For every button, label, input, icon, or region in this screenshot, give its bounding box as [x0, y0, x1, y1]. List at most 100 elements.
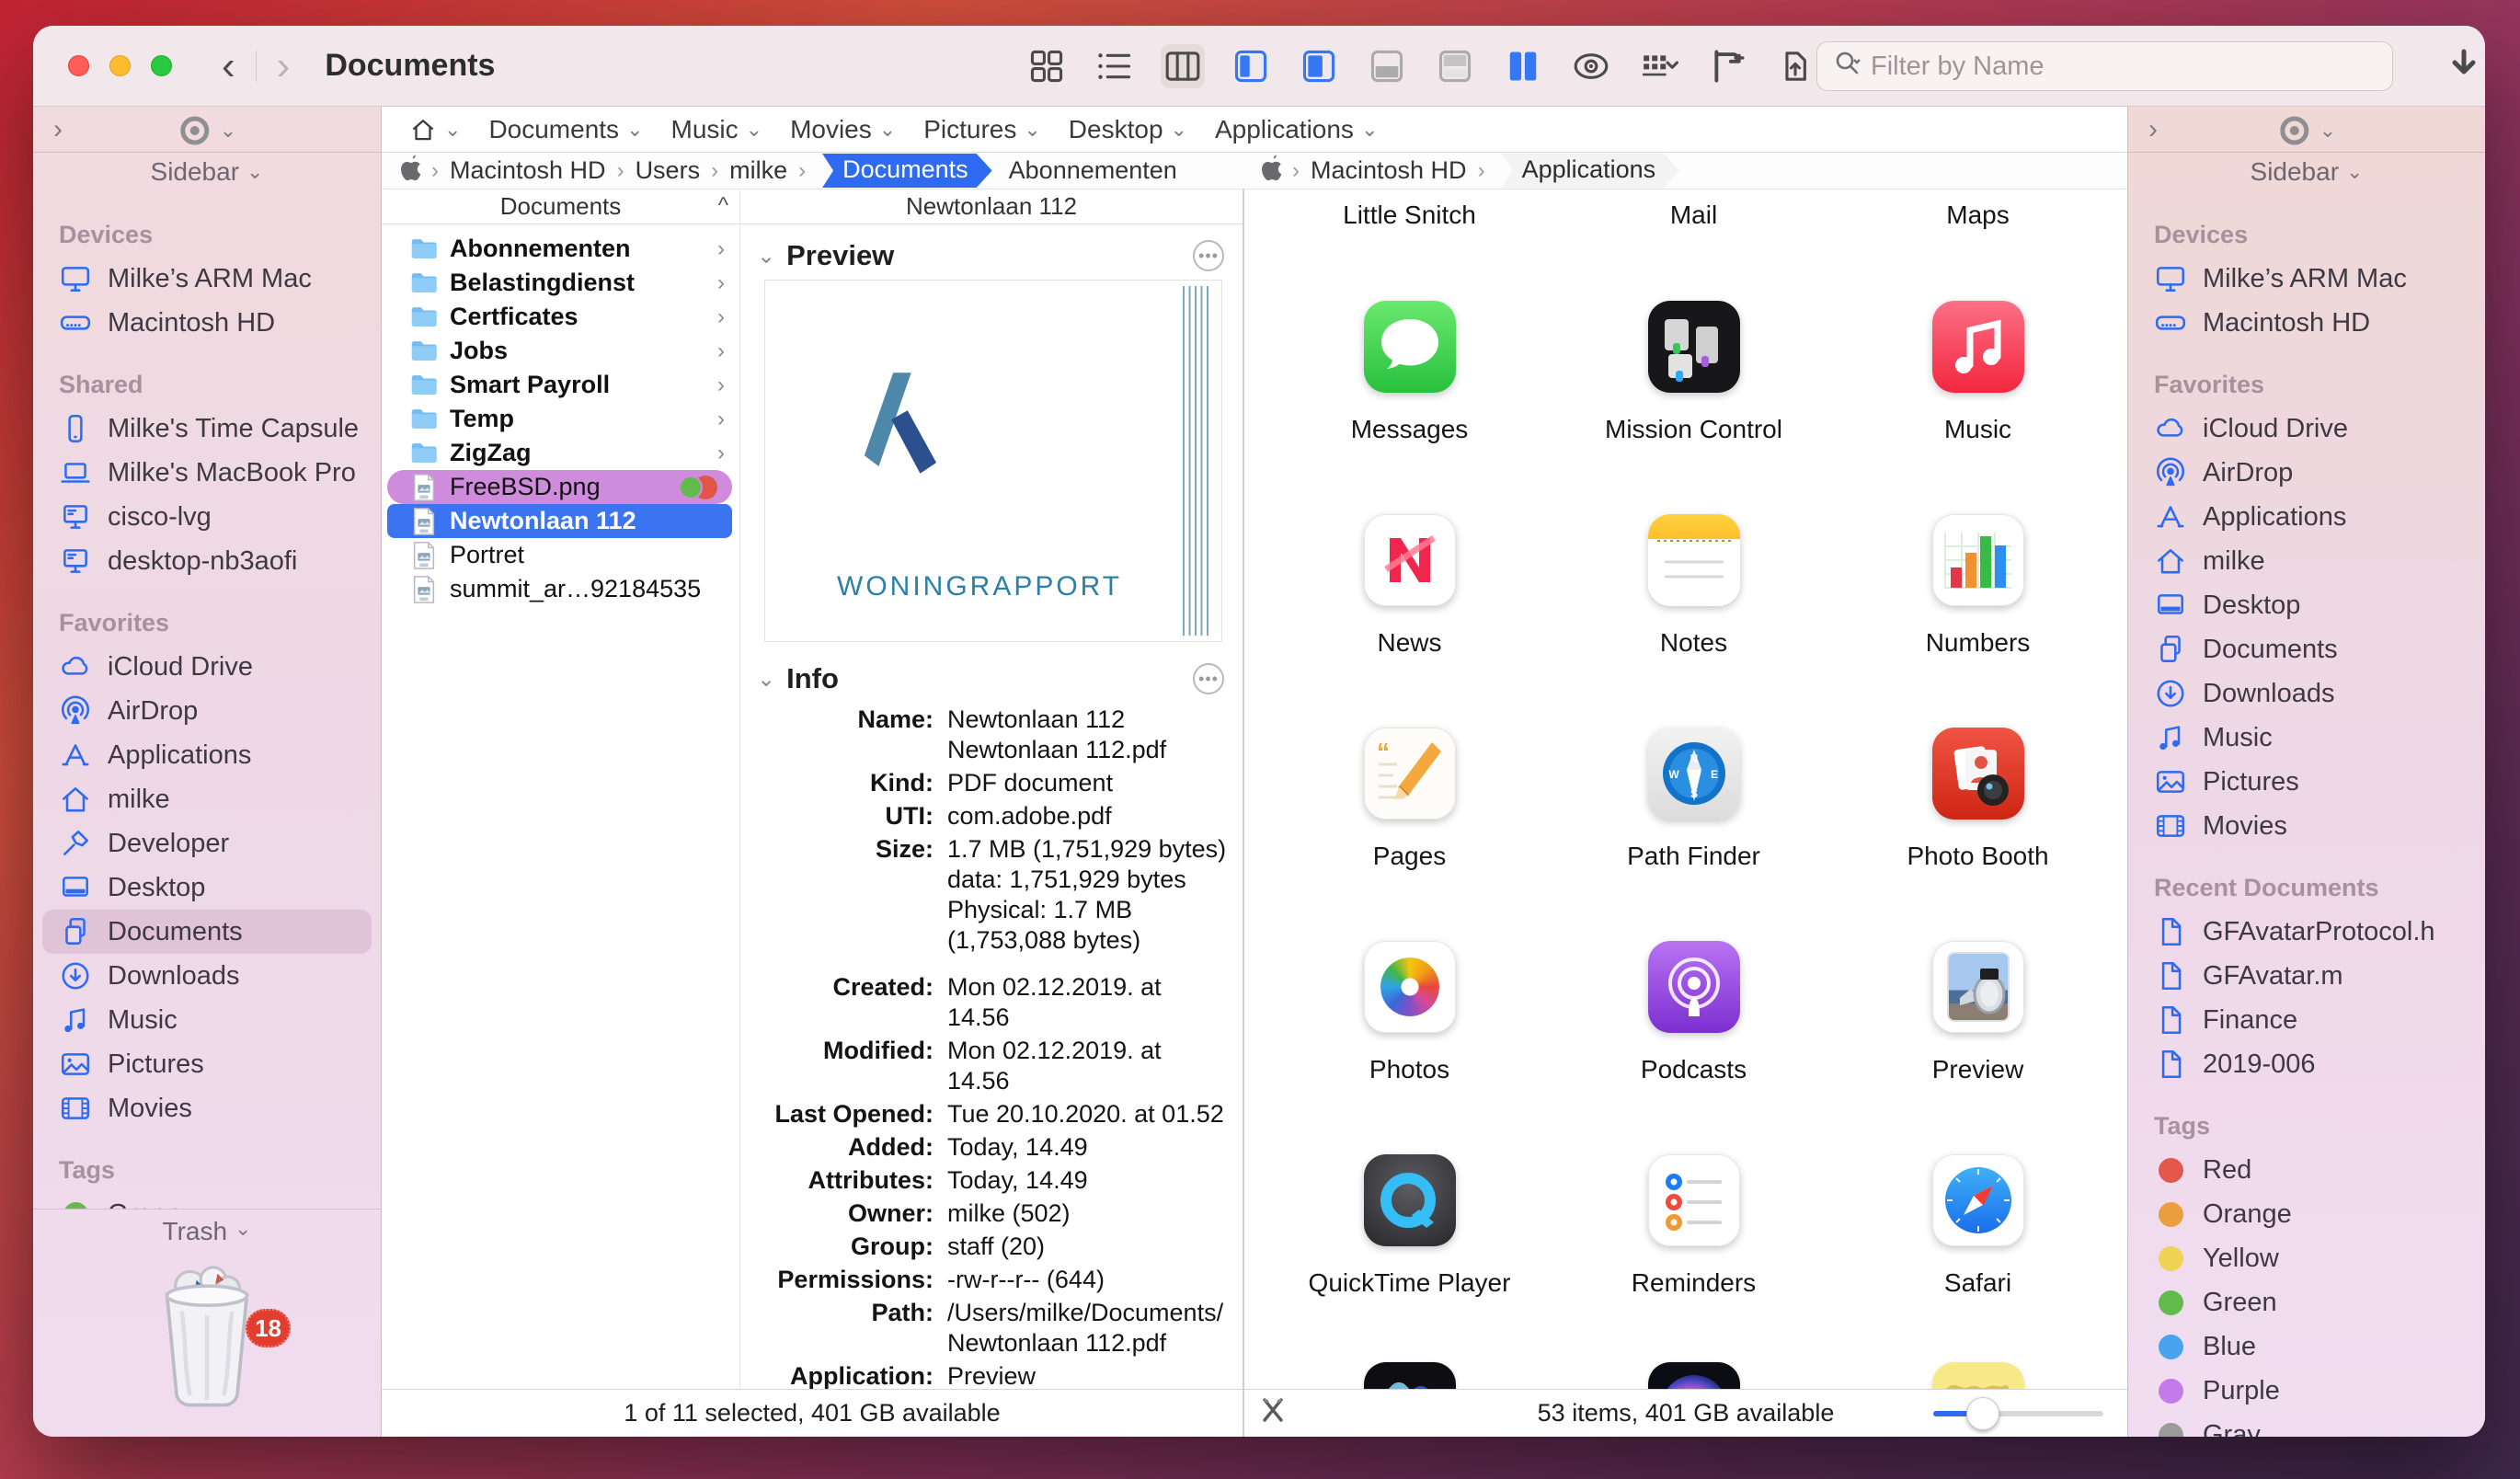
- file-row-portret[interactable]: Portret: [382, 538, 739, 572]
- sidebar-item-blue[interactable]: Blue: [2137, 1324, 2476, 1369]
- info-section-header[interactable]: ⌄ Info •••: [740, 648, 1243, 701]
- sidebar-item-documents[interactable]: Documents: [42, 910, 372, 954]
- target-menu[interactable]: ⌄: [2277, 113, 2336, 148]
- sidebar-item-downloads[interactable]: Downloads: [2137, 671, 2476, 716]
- sort-asc-icon[interactable]: ^: [718, 193, 728, 219]
- sidebar-item-developer[interactable]: Developer: [42, 821, 372, 866]
- bookmark-home[interactable]: ⌄: [400, 116, 470, 143]
- app-item-photos[interactable]: Photos: [1267, 941, 1552, 1084]
- trash-icon[interactable]: 18: [138, 1261, 276, 1413]
- sidebar-item-icloud-drive[interactable]: iCloud Drive: [2137, 407, 2476, 451]
- path-segment[interactable]: Users: [636, 156, 701, 185]
- panel-right-blue-button[interactable]: [1297, 44, 1341, 88]
- sidebar-item-desktop-nb3aofi[interactable]: desktop-nb3aofi: [42, 539, 372, 583]
- app-item-mission-control[interactable]: Mission Control: [1552, 301, 1836, 444]
- trash-header[interactable]: Trash⌄: [33, 1217, 381, 1246]
- app-item-podcasts[interactable]: Podcasts: [1552, 941, 1836, 1084]
- path-segment[interactable]: Macintosh HD: [1311, 156, 1467, 185]
- file-row-freebsd-png[interactable]: FreeBSD.png: [387, 470, 732, 504]
- grid-menu-button[interactable]: [1637, 44, 1681, 88]
- target-menu[interactable]: ⌄: [178, 113, 236, 148]
- file-row-summit-ar-92184535[interactable]: summit_ar…92184535: [382, 572, 739, 606]
- sidebar-item-milke[interactable]: milke: [2137, 539, 2476, 583]
- sidebar-item-finance[interactable]: Finance: [2137, 998, 2476, 1042]
- sidebar-item-purple[interactable]: Purple: [2137, 1369, 2476, 1413]
- app-item-music[interactable]: Music: [1836, 301, 2120, 444]
- app-item-maps[interactable]: Maps: [1836, 201, 2120, 230]
- filter-field[interactable]: Filter by Name: [1816, 41, 2393, 91]
- slider-knob[interactable]: [1966, 1397, 1999, 1430]
- sidebar-item-macintosh-hd[interactable]: Macintosh HD: [42, 301, 372, 345]
- pdf-preview-thumbnail[interactable]: WONINGRAPPORT: [764, 280, 1222, 642]
- path-trailing-segment[interactable]: Abonnementen: [1009, 156, 1177, 185]
- minimize-button[interactable]: [109, 55, 131, 76]
- panel-bottom-gray-button[interactable]: [1433, 44, 1477, 88]
- bookmark-pictures[interactable]: Pictures⌄: [914, 115, 1050, 144]
- bookmark-desktop[interactable]: Desktop⌄: [1060, 115, 1197, 144]
- apple-icon[interactable]: [396, 154, 420, 188]
- icon-size-slider[interactable]: [1933, 1411, 2103, 1416]
- sidebar-item-icloud-drive[interactable]: iCloud Drive: [42, 645, 372, 689]
- sidebar-item-music[interactable]: Music: [2137, 716, 2476, 760]
- app-item-messages[interactable]: Messages: [1267, 301, 1552, 444]
- folder-row-belastingdienst[interactable]: Belastingdienst›: [382, 266, 739, 300]
- preview-section-header[interactable]: ⌄ Preview •••: [740, 224, 1243, 278]
- sidebar-item-pictures[interactable]: Pictures: [2137, 760, 2476, 804]
- sidebar-item-gray[interactable]: Gray: [2137, 1413, 2476, 1437]
- sidebar-item-airdrop[interactable]: AirDrop: [2137, 451, 2476, 495]
- sidebar-item-milke[interactable]: milke: [42, 777, 372, 821]
- folder-row-temp[interactable]: Temp›: [382, 402, 739, 436]
- folder-row-smart-payroll[interactable]: Smart Payroll›: [382, 368, 739, 402]
- sidebar-item-music[interactable]: Music: [42, 998, 372, 1042]
- sidebar-item-gfavatarprotocol-h[interactable]: GFAvatarProtocol.h: [2137, 910, 2476, 954]
- bookmark-music[interactable]: Music⌄: [662, 115, 773, 144]
- preview-eye-button[interactable]: [1569, 44, 1613, 88]
- sidebar-item-milke-s-arm-mac[interactable]: Milke’s ARM Mac: [2137, 257, 2476, 301]
- bookmark-applications[interactable]: Applications⌄: [1206, 115, 1387, 144]
- sidebar-item-macintosh-hd[interactable]: Macintosh HD: [2137, 301, 2476, 345]
- file-row-newtonlaan-112[interactable]: Newtonlaan 112: [387, 504, 732, 538]
- more-options-icon[interactable]: •••: [1193, 663, 1224, 694]
- app-item-notes[interactable]: Notes: [1552, 514, 1836, 658]
- sidebar-item-gfavatar-m[interactable]: GFAvatar.m: [2137, 954, 2476, 998]
- sidebar-item-milke-s-time-capsule[interactable]: Milke's Time Capsule: [42, 407, 372, 451]
- sidebar-item-cisco-lvg[interactable]: cisco-lvg: [42, 495, 372, 539]
- tools-icon[interactable]: [1257, 1394, 1289, 1432]
- panel-top-gray-button[interactable]: [1365, 44, 1409, 88]
- path-current-segment[interactable]: Applications: [1502, 154, 1680, 188]
- app-item-quicktime-player[interactable]: QuickTime Player: [1267, 1154, 1552, 1298]
- forward-button[interactable]: ›: [269, 46, 298, 86]
- sidebar-item-red[interactable]: Red: [2137, 1148, 2476, 1192]
- app-item-little-snitch[interactable]: Little Snitch: [1267, 201, 1552, 230]
- sidebar-item-green[interactable]: Green: [42, 1192, 372, 1209]
- sidebar-item-desktop[interactable]: Desktop: [2137, 583, 2476, 627]
- icon-view-button[interactable]: [1025, 44, 1069, 88]
- close-button[interactable]: [68, 55, 89, 76]
- expand-icon[interactable]: ›: [53, 114, 63, 145]
- sidebar-title[interactable]: Sidebar⌄: [33, 153, 381, 191]
- sidebar-title[interactable]: Sidebar⌄: [2128, 153, 2485, 191]
- sidebar-item-2019-006[interactable]: 2019-006: [2137, 1042, 2476, 1086]
- apple-icon[interactable]: [1257, 154, 1281, 188]
- path-current-segment[interactable]: Documents: [822, 154, 992, 188]
- app-item-news[interactable]: News: [1267, 514, 1552, 658]
- app-item-numbers[interactable]: Numbers: [1836, 514, 2120, 658]
- sidebar-item-downloads[interactable]: Downloads: [42, 954, 372, 998]
- bookmark-documents[interactable]: Documents⌄: [479, 115, 652, 144]
- zoom-button[interactable]: [151, 55, 172, 76]
- folder-row-abonnementen[interactable]: Abonnementen›: [382, 232, 739, 266]
- sidebar-item-milke-s-macbook-pro[interactable]: Milke's MacBook Pro: [42, 451, 372, 495]
- app-item-pages[interactable]: “Pages: [1267, 728, 1552, 871]
- app-item-preview[interactable]: Preview: [1836, 941, 2120, 1084]
- app-item-photo-booth[interactable]: Photo Booth: [1836, 728, 2120, 871]
- dual-pane-blue-button[interactable]: [1501, 44, 1545, 88]
- app-item-stickies[interactable]: [1836, 1362, 2120, 1389]
- app-item-siri[interactable]: [1552, 1362, 1836, 1389]
- app-item-reminders[interactable]: Reminders: [1552, 1154, 1836, 1298]
- sidebar-item-green[interactable]: Green: [2137, 1280, 2476, 1324]
- sidebar-item-movies[interactable]: Movies: [42, 1086, 372, 1130]
- sidebar-item-movies[interactable]: Movies: [2137, 804, 2476, 848]
- sidebar-item-yellow[interactable]: Yellow: [2137, 1236, 2476, 1280]
- app-item-path-finder[interactable]: NWESPath Finder: [1552, 728, 1836, 871]
- path-segment[interactable]: milke: [729, 156, 787, 185]
